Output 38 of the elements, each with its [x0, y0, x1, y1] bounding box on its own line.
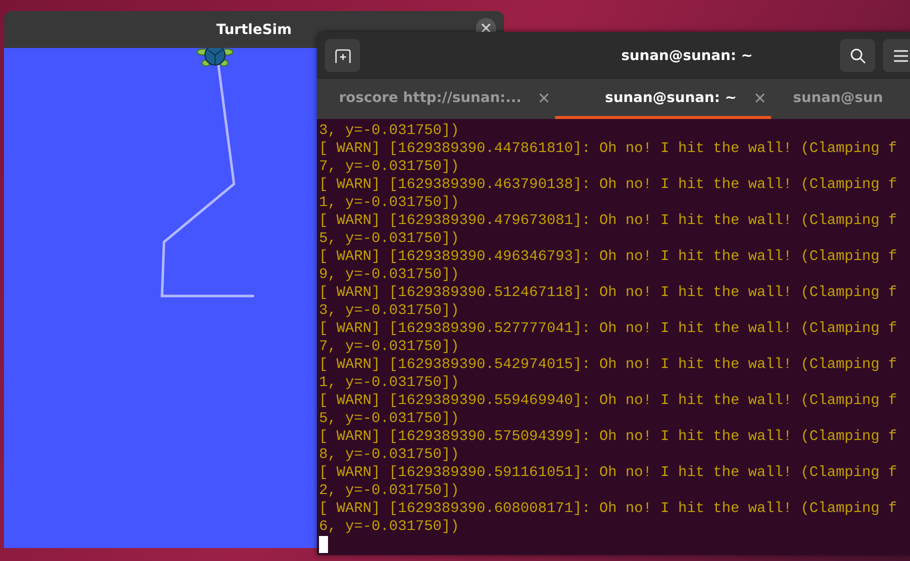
log-line: [ WARN] [1629389390.447861810]: Oh no! I hit the wall! (Clamping f: [319, 140, 898, 158]
log-line: 7, y=-0.031750]): [319, 338, 460, 356]
menu-icon: [894, 50, 908, 62]
new-tab-icon: [334, 48, 350, 62]
terminal-tab[interactable]: sunan@sun: [771, 79, 910, 119]
log-line: 8, y=-0.031750]): [319, 446, 460, 464]
terminal-tab[interactable]: roscore http://sunan:...: [317, 79, 555, 119]
log-line: 2, y=-0.031750]): [319, 482, 460, 500]
log-line: 6, y=-0.031750]): [319, 518, 460, 536]
log-line: 3, y=-0.031750]): [319, 302, 460, 320]
log-line: 1, y=-0.031750]): [319, 374, 460, 392]
log-line: 5, y=-0.031750]): [319, 230, 460, 248]
log-line: 9, y=-0.031750]): [319, 266, 460, 284]
log-line: 5, y=-0.031750]): [319, 410, 460, 428]
log-line: [ WARN] [1629389390.575094399]: Oh no! I hit the wall! (Clamping f: [319, 428, 898, 446]
log-line: 3, y=-0.031750]): [319, 122, 460, 140]
log-line: [ WARN] [1629389390.608008171]: Oh no! I hit the wall! (Clamping f: [319, 500, 898, 518]
search-icon: [850, 48, 866, 64]
log-line: [ WARN] [1629389390.527777041]: Oh no! I hit the wall! (Clamping f: [319, 320, 898, 338]
log-line: [ WARN] [1629389390.591161051]: Oh no! I hit the wall! (Clamping f: [319, 464, 898, 482]
text-cursor: [319, 536, 328, 553]
log-line: [ WARN] [1629389390.463790138]: Oh no! I hit the wall! (Clamping f: [319, 176, 898, 194]
new-tab-button[interactable]: [325, 39, 360, 72]
close-button[interactable]: [476, 18, 496, 32]
log-line: [ WARN] [1629389390.512467118]: Oh no! I hit the wall! (Clamping f: [319, 284, 898, 302]
window-title: sunan@sunan: ~: [620, 48, 754, 64]
log-line: [ WARN] [1629389390.496346793]: Oh no! I hit the wall! (Clamping f: [319, 248, 898, 266]
window-title: TurtleSim: [216, 22, 292, 38]
log-line: [ WARN] [1629389390.542974015]: Oh no! I hit the wall! (Clamping f: [319, 356, 898, 374]
log-line: [ WARN] [1629389390.479673081]: Oh no! I hit the wall! (Clamping f: [319, 212, 898, 230]
menu-button[interactable]: [883, 39, 910, 72]
close-icon: [481, 23, 491, 32]
terminal-tab[interactable]: sunan@sunan: ~: [555, 79, 771, 119]
log-line: [ WARN] [1629389390.559469940]: Oh no! I hit the wall! (Clamping f: [319, 392, 898, 410]
log-line: 7, y=-0.031750]): [319, 158, 460, 176]
search-button[interactable]: [840, 39, 875, 72]
log-line: 1, y=-0.031750]): [319, 194, 460, 212]
turtle-drawing: [196, 48, 234, 66]
